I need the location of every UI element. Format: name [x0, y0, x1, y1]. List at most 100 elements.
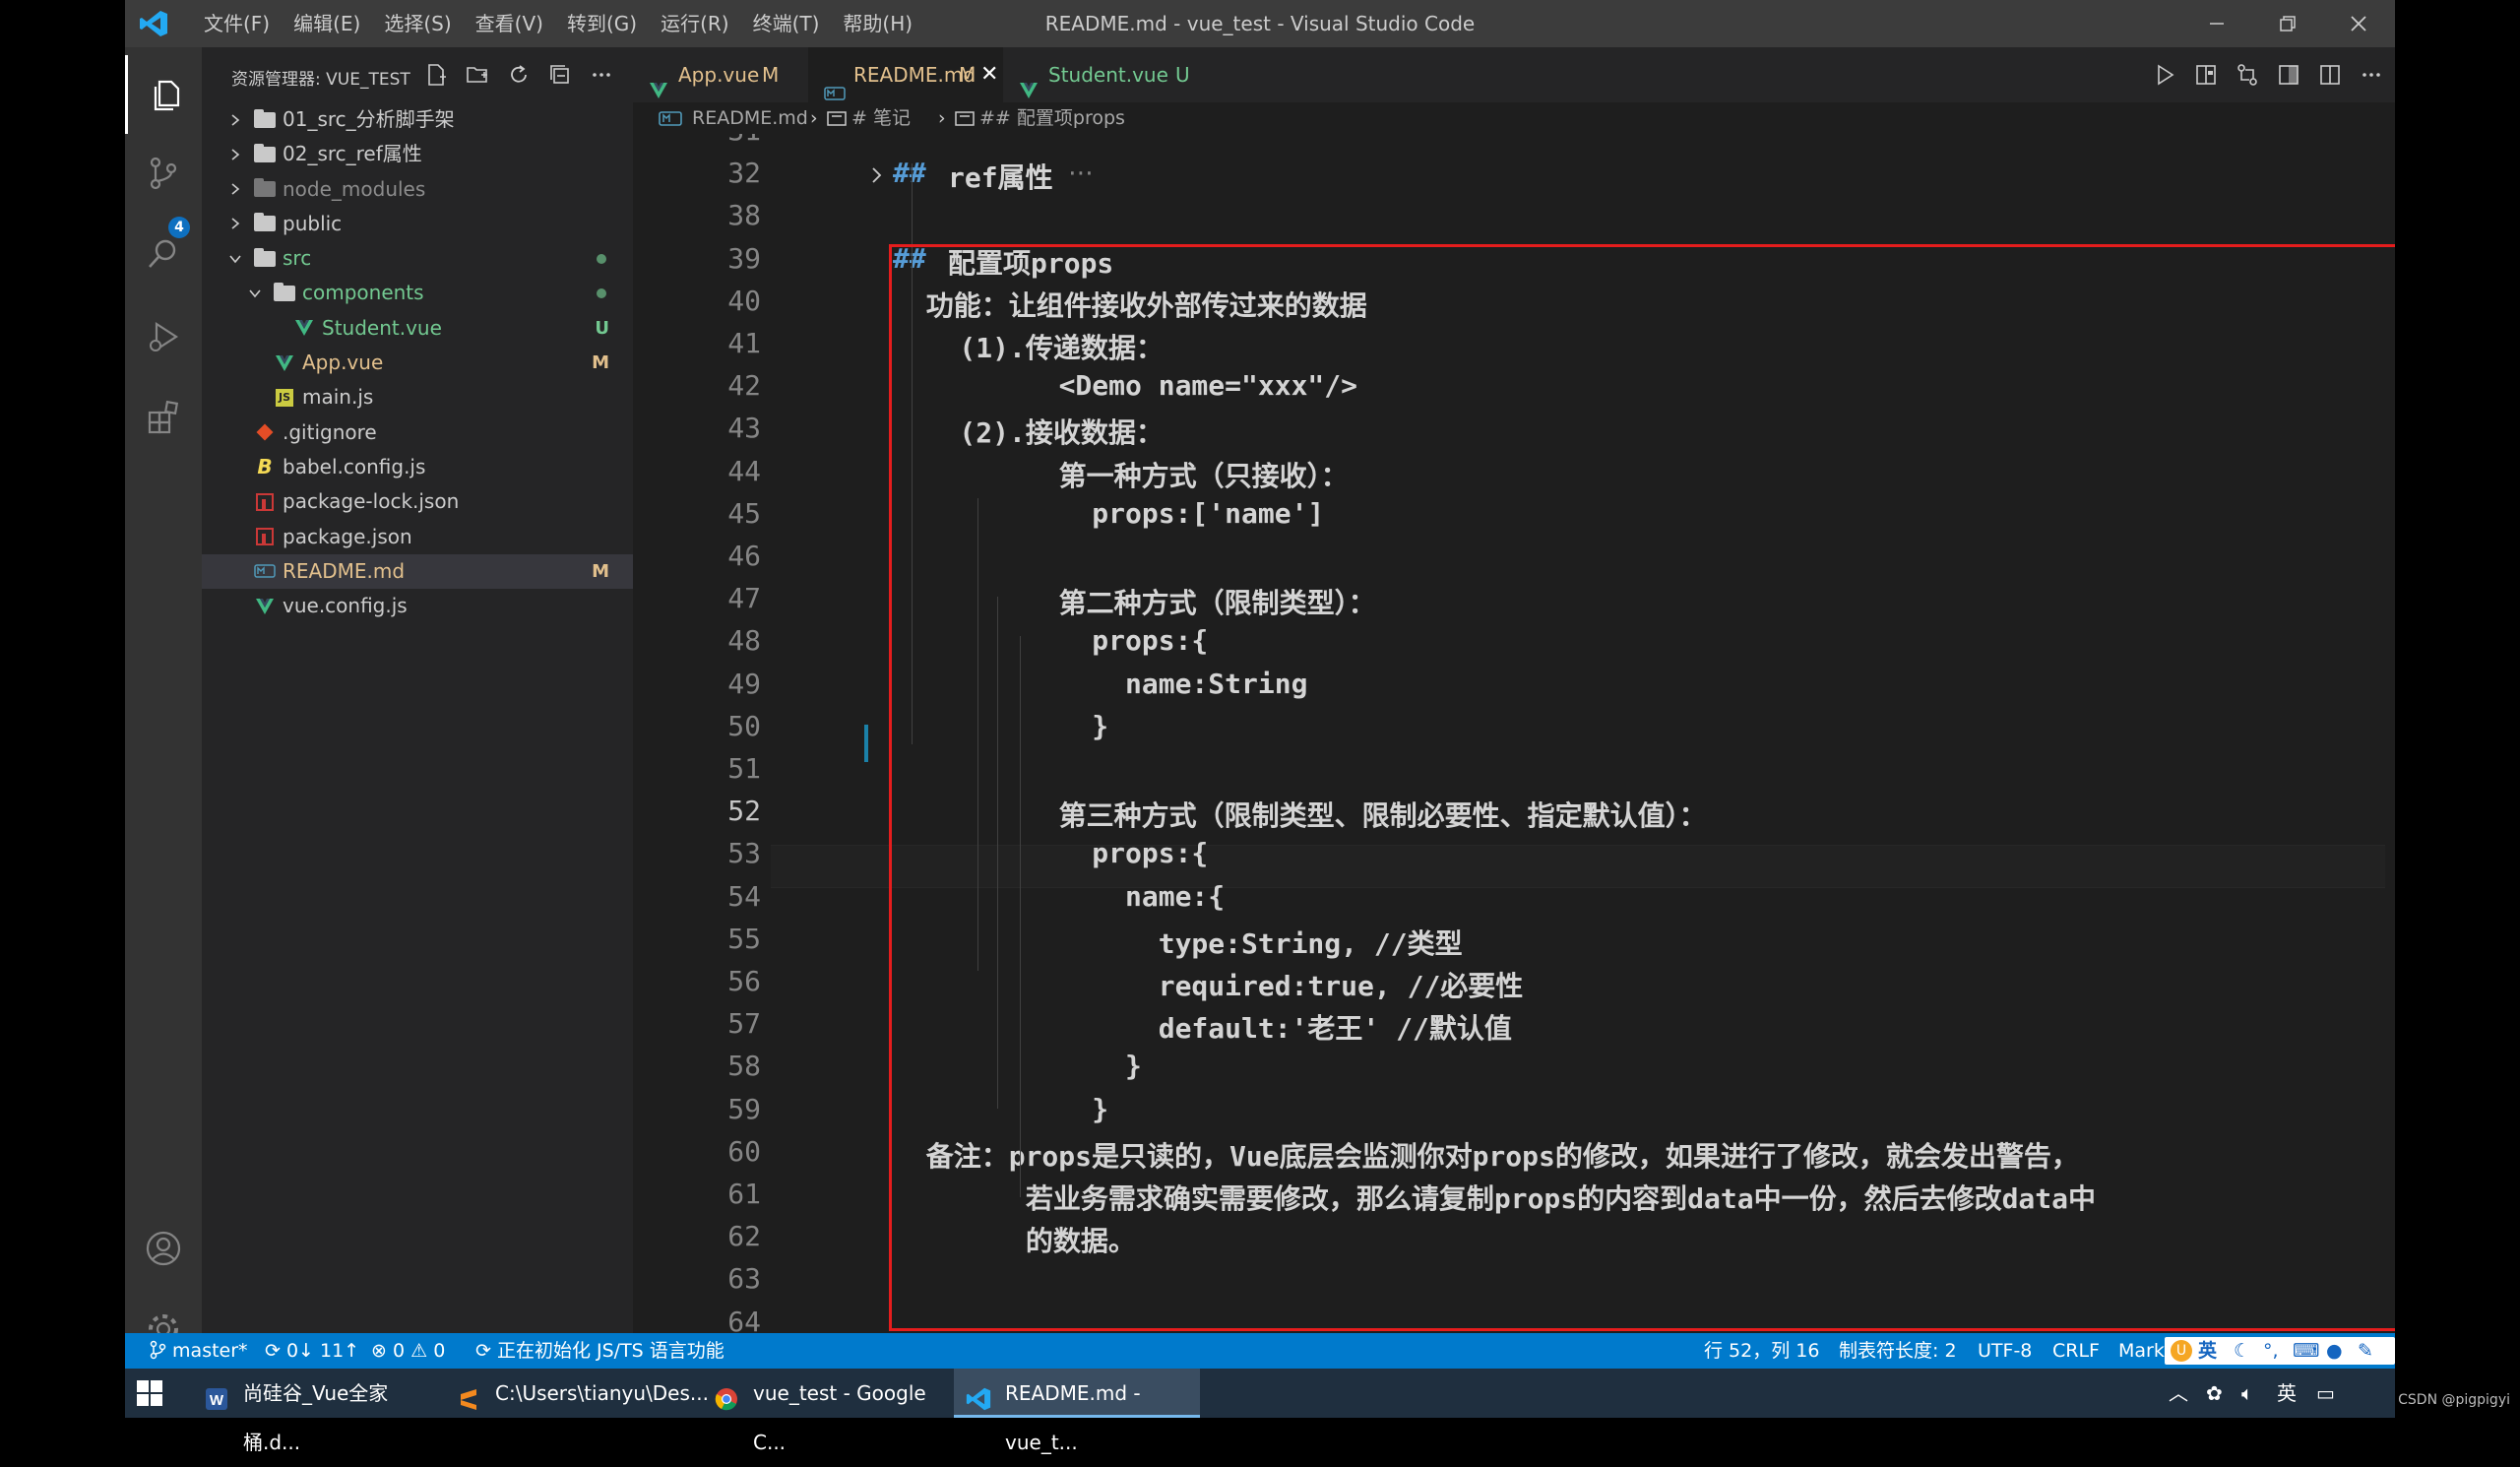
source-control-view-button[interactable] [125, 134, 202, 213]
moon-icon: ☾ [2234, 1340, 2251, 1362]
windows-logo-icon [137, 1380, 162, 1406]
chevron-right-icon[interactable] [225, 102, 245, 137]
tab-app-vue[interactable]: App.vue M [633, 47, 808, 102]
open-side-preview-button[interactable] [2275, 61, 2302, 89]
tree-file[interactable]: Bbabel.config.js [202, 450, 633, 484]
run-button[interactable] [2151, 61, 2178, 89]
refresh-explorer-button[interactable] [505, 61, 533, 89]
watermark: CSDN @pigpigyi [2398, 1392, 2510, 1408]
notifications-icon[interactable]: ▭ [2316, 1369, 2335, 1418]
end-of-line[interactable]: CRLF [2052, 1333, 2100, 1369]
line-number: 57 [727, 1007, 761, 1041]
minimize-button[interactable] [2181, 0, 2252, 47]
menu-item[interactable]: 终端(T) [741, 0, 832, 47]
menu-item[interactable]: 转到(G) [555, 0, 649, 47]
menu-item[interactable]: 选择(S) [372, 0, 463, 47]
problems-item[interactable]: ⊗ 0 ⚠ 0 [371, 1333, 445, 1369]
vue-file-icon [273, 346, 296, 380]
tree-file[interactable]: vue.config.js [202, 589, 633, 623]
minimize-icon [2210, 23, 2224, 25]
collapse-folders-button[interactable] [546, 61, 574, 89]
menu-item[interactable]: 帮助(H) [831, 0, 924, 47]
new-folder-button[interactable] [464, 61, 491, 89]
search-view-button[interactable] [125, 215, 202, 293]
breadcrumb-heading-1[interactable]: # 笔记 [851, 102, 911, 134]
chevron-right-icon[interactable] [869, 166, 885, 188]
tree-file[interactable]: package.json [202, 520, 633, 554]
tree-folder[interactable]: 02_src_ref属性 [202, 137, 633, 171]
taskbar-app-label: README.md - vue_t... [1005, 1381, 1141, 1454]
taskbar-app-label: C:\Users\tianyu\Des... [495, 1381, 709, 1405]
tree-file[interactable]: package-lock.json [202, 484, 633, 519]
tab-student-vue[interactable]: Student.vue U [1003, 47, 1190, 102]
open-changes-button[interactable] [2234, 61, 2261, 89]
folded-ellipsis[interactable]: ⋯ [1068, 159, 1094, 188]
sublime-text-icon [456, 1380, 481, 1410]
split-editor-button[interactable] [2316, 61, 2344, 89]
volume-icon[interactable]: 🔈︎ [2241, 1369, 2253, 1418]
menu-item[interactable]: 编辑(E) [282, 0, 372, 47]
menu-item[interactable]: 查看(V) [464, 0, 555, 47]
start-button[interactable] [137, 1380, 162, 1410]
explorer-sidebar: 资源管理器: VUE_TEST 01_src_分析脚手架 02_src_ref属性… [202, 47, 633, 1333]
run-debug-view-button[interactable] [125, 297, 202, 376]
language-mode[interactable]: Mark [2118, 1333, 2165, 1369]
tree-file[interactable]: README.md M [202, 553, 633, 590]
taskbar-app[interactable]: W 尚硅谷_Vue全家桶.d... [192, 1369, 438, 1454]
tree-file[interactable]: App.vue M [202, 346, 633, 380]
breadcrumb: README.md › # 笔记 › ## 配置项props [633, 102, 2395, 134]
tab-size[interactable]: 制表符长度: 2 [1839, 1333, 1957, 1369]
line-number: 50 [727, 709, 761, 742]
explorer-title: 资源管理器: VUE_TEST [231, 70, 410, 90]
explorer-view-button[interactable] [125, 55, 202, 134]
tree-folder[interactable]: node_modules [202, 172, 633, 207]
new-file-button[interactable] [422, 61, 450, 89]
line-number: 39 [727, 241, 761, 275]
tree-folder[interactable]: 01_src_分析脚手架 [202, 102, 633, 137]
tab-readme-md[interactable]: README.md M ✕ [808, 47, 1003, 102]
tree-file[interactable]: JS main.js [202, 380, 633, 415]
chevron-right-icon[interactable] [225, 137, 245, 171]
chevron-up-icon[interactable]: ︿ [2169, 1369, 2188, 1418]
taskbar-app[interactable]: vue_test - Google C... [702, 1369, 948, 1454]
line-number: 52 [727, 795, 761, 828]
tree-file[interactable]: .gitignore [202, 415, 633, 450]
explorer-header: 资源管理器: VUE_TEST [202, 47, 633, 102]
tree-folder[interactable]: components [202, 276, 633, 310]
line-number: 61 [727, 1178, 761, 1210]
chevron-down-icon[interactable] [225, 241, 245, 276]
folder-icon [253, 172, 277, 207]
open-preview-button[interactable] [2192, 61, 2220, 89]
chevron-down-icon[interactable] [245, 276, 265, 310]
cursor-position[interactable]: 行 52，列 16 [1704, 1333, 1819, 1369]
restore-button[interactable] [2252, 0, 2323, 47]
breadcrumb-file[interactable]: README.md [692, 102, 808, 134]
ime-language[interactable]: 英 [2198, 1337, 2217, 1365]
extensions-view-button[interactable] [125, 378, 202, 457]
git-branch-item[interactable]: master* [149, 1333, 248, 1369]
ime-toolbar[interactable]: U 英 ☾ °, ⌨ ● ✎ [2165, 1337, 2395, 1365]
taskbar-app[interactable]: README.md - vue_t... [954, 1369, 1200, 1454]
chevron-right-icon[interactable] [225, 172, 245, 207]
menu-item[interactable]: 文件(F) [192, 0, 282, 47]
accounts-button[interactable] [125, 1209, 202, 1288]
chevron-right-icon[interactable] [225, 207, 245, 241]
encoding[interactable]: UTF-8 [1978, 1333, 2032, 1369]
menu-item[interactable]: 运行(R) [649, 0, 741, 47]
network-icon[interactable]: ✿ [2206, 1369, 2223, 1418]
editor-more-button[interactable] [2358, 61, 2385, 89]
babel-file-icon: B [257, 454, 273, 478]
explorer-more-button[interactable] [588, 61, 615, 89]
split-editor-icon [2320, 65, 2340, 85]
close-window-button[interactable] [2323, 0, 2394, 47]
sync-item[interactable]: ⟳ 0↓ 11↑ [265, 1333, 359, 1369]
close-tab-button[interactable]: ✕ [980, 47, 998, 102]
tree-folder[interactable]: public [202, 207, 633, 241]
line-number: 64 [727, 1305, 761, 1333]
input-language[interactable]: 英 [2277, 1369, 2297, 1418]
tree-folder[interactable]: src [202, 241, 633, 276]
npm-file-icon [253, 484, 277, 519]
tree-file[interactable]: Student.vue U [202, 311, 633, 346]
taskbar-app[interactable]: C:\Users\tianyu\Des... [444, 1369, 709, 1418]
breadcrumb-heading-2[interactable]: ## 配置项props [979, 102, 1125, 134]
